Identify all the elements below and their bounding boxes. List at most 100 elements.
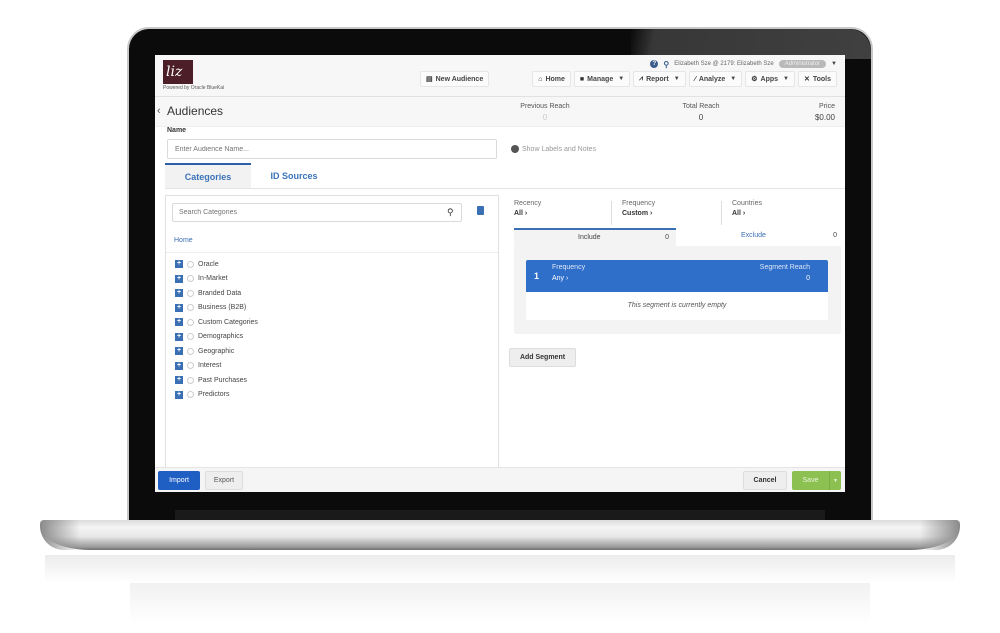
expand-plus-icon[interactable]: + [175,332,183,341]
segment-frequency-value[interactable]: Any › [552,275,568,282]
nav-analyze-button[interactable]: ⁄ Analyze ▼ [688,71,743,87]
tabs: Categories ID Sources [165,163,337,189]
breadcrumb-home[interactable]: Home [174,237,193,244]
category-label[interactable]: Demographics [198,333,243,340]
nav-home-button[interactable]: ⌂ Home [532,71,571,87]
nav-label: Analyze [698,75,726,83]
nav-report-button[interactable]: ⩘ Report ▼ [633,71,686,87]
category-label[interactable]: Predictors [198,391,230,398]
expand-plus-icon[interactable]: + [175,289,183,298]
expand-plus-icon[interactable]: + [175,274,183,283]
category-label[interactable]: Past Purchases [198,377,247,384]
expand-plus-icon[interactable]: + [175,347,183,356]
search-categories-input[interactable] [172,203,462,222]
category-label[interactable]: Custom Categories [198,319,258,326]
show-labels-text: Show Labels and Notes [522,145,596,153]
user-menu-caret-icon[interactable]: ▼ [831,61,837,67]
category-label[interactable]: In-Market [198,275,228,282]
chart-icon: ⩘ [639,75,644,82]
nav-manage-button[interactable]: ■ Manage ▼ [573,71,631,87]
category-label[interactable]: Business (B2B) [198,304,246,311]
expand-plus-icon[interactable]: + [175,390,183,399]
expand-plus-icon[interactable]: + [175,303,183,312]
save-button[interactable]: Save [792,471,829,490]
category-item: + In-Market [175,272,258,287]
chevron-right-icon: › [650,210,653,217]
segment-header[interactable]: 1 Frequency Any › Segment Reach 0 [526,260,828,292]
filter-label: Frequency [622,200,656,207]
tab-categories[interactable]: Categories [165,163,251,189]
new-audience-label: New Audience [435,75,484,83]
import-button[interactable]: Import [158,471,200,490]
nav-apps-button[interactable]: ⚙ Apps ▼ [745,71,795,87]
exclude-count: 0 [833,232,837,239]
expand-plus-icon[interactable]: + [175,361,183,370]
tab-include[interactable]: Include 0 [514,228,676,246]
category-list: + Oracle + In-Market + Branded Data + Business … [175,257,258,402]
filter-label: Countries [732,200,762,207]
segment-reach-value: 0 [806,275,810,282]
search-icon[interactable]: ⚲ [447,207,454,218]
logo[interactable]: liz [163,60,193,84]
save-dropdown-caret-icon[interactable]: ▼ [829,471,841,490]
category-item: + Interest [175,359,258,374]
filter-value: All [732,210,741,217]
nav-label: Tools [812,75,831,83]
back-chevron-icon[interactable]: ‹ [157,105,161,117]
nav-label: Manage [587,75,614,83]
expand-plus-icon[interactable]: + [175,376,183,385]
category-checkbox[interactable] [187,304,194,312]
stat-total-reach: Total Reach 0 [675,103,727,122]
chevron-down-icon: ▼ [730,76,737,82]
tab-id-sources[interactable]: ID Sources [251,163,337,189]
stat-previous-reach: Previous Reach 0 [515,103,575,122]
person-icon[interactable]: ⚲ [663,60,669,69]
category-checkbox[interactable] [187,391,194,399]
category-label[interactable]: Geographic [198,348,234,355]
stat-label: Total Reach [682,103,720,110]
include-label: Include [578,234,601,241]
category-label[interactable]: Interest [198,362,221,369]
category-checkbox[interactable] [187,376,194,384]
segment-reach-label: Segment Reach [759,264,810,271]
category-checkbox[interactable] [187,318,194,326]
export-button[interactable]: Export [205,471,243,490]
category-checkbox[interactable] [187,289,194,297]
laptop-reflection [45,555,955,583]
category-label[interactable]: Oracle [198,261,219,268]
filter-recency[interactable]: Recency All › [514,200,541,217]
help-icon[interactable]: ? [650,60,659,68]
stat-value: 0 [698,113,704,122]
filter-countries[interactable]: Countries All › [732,200,762,217]
frequency-value-text: Any [552,275,565,282]
segment-frequency-label: Frequency [552,264,586,271]
category-checkbox[interactable] [187,347,194,355]
stat-price: Price $0.00 [795,103,835,122]
expand-plus-icon[interactable]: + [175,260,183,269]
audience-name-input[interactable] [167,139,497,159]
nav-label: Apps [760,75,779,83]
filter-value: All [514,210,523,217]
add-segment-button[interactable]: Add Segment [509,348,576,367]
nav-tools-button[interactable]: ✕ Tools [797,71,837,87]
stat-label: Previous Reach [520,103,570,110]
category-checkbox[interactable] [187,333,194,341]
trash-icon[interactable] [477,206,484,215]
filter-frequency[interactable]: Frequency Custom › [622,200,655,217]
footer-bar: Import Export Cancel Save ▼ [155,467,845,492]
audience-builder-panel: Recency All › Frequency Custom › Countri… [499,189,845,467]
expand-plus-icon[interactable]: + [175,318,183,327]
include-count: 0 [665,234,669,241]
new-audience-button[interactable]: ▤ New Audience [420,71,490,87]
category-checkbox[interactable] [187,362,194,370]
laptop-mockup: liz Powered by Oracle BlueKai ? ⚲ Elizab… [0,0,1000,633]
tab-exclude[interactable]: Exclude 0 [676,228,841,246]
nav-label: Home [545,75,565,83]
category-checkbox[interactable] [187,260,194,268]
category-checkbox[interactable] [187,275,194,283]
cancel-button[interactable]: Cancel [743,471,787,490]
category-item: + Custom Categories [175,315,258,330]
show-labels-toggle[interactable]: Show Labels and Notes [511,145,596,153]
category-label[interactable]: Branded Data [198,290,241,297]
new-audience-icon: ▤ [426,76,433,83]
